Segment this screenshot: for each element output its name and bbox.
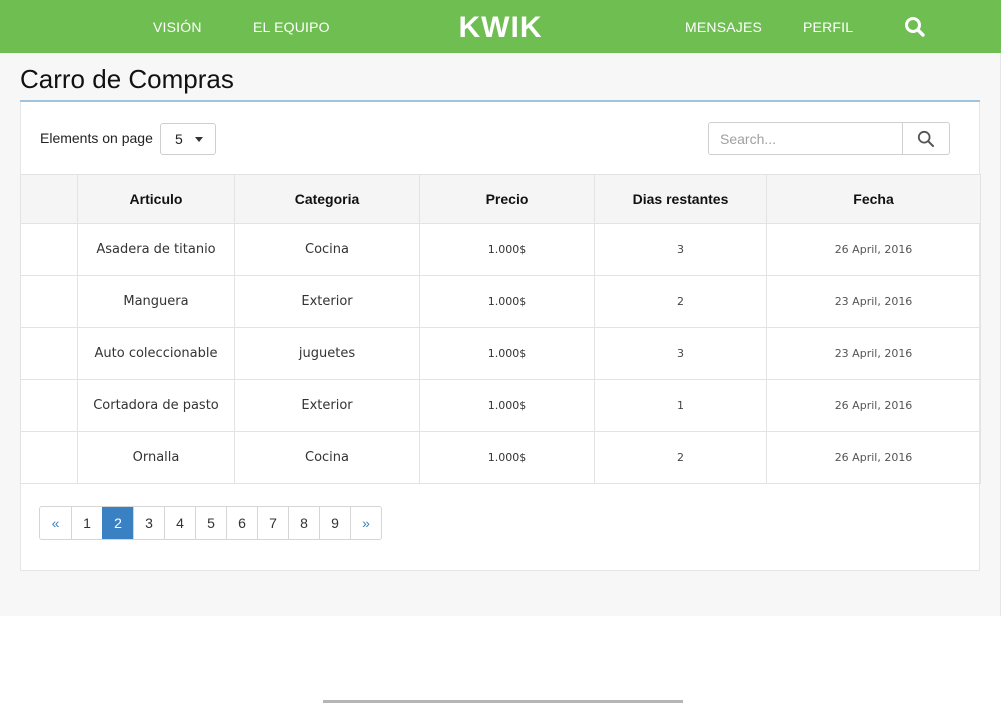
column-header-articulo[interactable]: Articulo (77, 174, 235, 224)
cell-articulo: Manguera (77, 275, 235, 328)
cell-dias-restantes: 2 (594, 431, 767, 484)
cell-dias-restantes: 2 (594, 275, 767, 328)
column-header-dias-restantes[interactable]: Dias restantes (594, 174, 767, 224)
cell-dias-restantes: 3 (594, 327, 767, 380)
cell-fecha: 23 April, 2016 (766, 327, 981, 380)
nav-link-mensajes[interactable]: MENSAJES (685, 0, 762, 53)
caret-down-icon (195, 137, 203, 142)
brand-logo[interactable]: KWIK (459, 11, 543, 44)
cell-categoria: Exterior (234, 379, 420, 432)
table-row[interactable]: Cortadora de pasto Exterior 1.000$ 1 26 … (20, 379, 981, 432)
row-select-cell[interactable] (20, 379, 78, 432)
column-header-categoria[interactable]: Categoria (234, 174, 420, 224)
pagination-page-7[interactable]: 7 (257, 507, 288, 539)
elements-on-page-select[interactable]: 5 (160, 123, 216, 155)
cell-precio: 1.000$ (419, 275, 595, 328)
elements-on-page-label: Elements on page (40, 130, 153, 146)
pagination: « 1 2 3 4 5 6 7 8 9 » (39, 506, 382, 540)
cell-fecha: 26 April, 2016 (766, 223, 981, 276)
nav-link-vision[interactable]: VISIÓN (153, 0, 202, 53)
cell-precio: 1.000$ (419, 379, 595, 432)
cell-dias-restantes: 1 (594, 379, 767, 432)
cell-categoria: Exterior (234, 275, 420, 328)
search-input[interactable] (709, 123, 902, 154)
cell-fecha: 26 April, 2016 (766, 379, 981, 432)
pagination-page-6[interactable]: 6 (226, 507, 257, 539)
cell-precio: 1.000$ (419, 431, 595, 484)
elements-on-page-value: 5 (175, 131, 183, 147)
table-row[interactable]: Ornalla Cocina 1.000$ 2 26 April, 2016 (20, 431, 981, 484)
cell-articulo: Auto coleccionable (77, 327, 235, 380)
cell-articulo: Cortadora de pasto (77, 379, 235, 432)
pagination-page-5[interactable]: 5 (195, 507, 226, 539)
cell-categoria: juguetes (234, 327, 420, 380)
pagination-page-1[interactable]: 1 (71, 507, 102, 539)
column-header-precio[interactable]: Precio (419, 174, 595, 224)
table-header-row: Articulo Categoria Precio Dias restantes… (20, 174, 981, 224)
pagination-page-9[interactable]: 9 (319, 507, 350, 539)
cell-articulo: Asadera de titanio (77, 223, 235, 276)
table-row[interactable]: Manguera Exterior 1.000$ 2 23 April, 201… (20, 275, 981, 328)
column-header-fecha[interactable]: Fecha (766, 174, 981, 224)
search-icon[interactable] (903, 15, 927, 39)
nav-link-perfil[interactable]: PERFIL (803, 0, 853, 53)
cell-fecha: 26 April, 2016 (766, 431, 981, 484)
row-select-cell[interactable] (20, 431, 78, 484)
table-row[interactable]: Auto coleccionable juguetes 1.000$ 3 23 … (20, 327, 981, 380)
nav-link-el-equipo[interactable]: EL EQUIPO (253, 0, 330, 53)
page-title: Carro de Compras (20, 64, 234, 94)
cart-table: Articulo Categoria Precio Dias restantes… (20, 174, 981, 484)
pagination-page-8[interactable]: 8 (288, 507, 319, 539)
search-button[interactable] (902, 123, 949, 154)
search-icon (917, 130, 934, 147)
table-row[interactable]: Asadera de titanio Cocina 1.000$ 3 26 Ap… (20, 223, 981, 276)
row-select-cell[interactable] (20, 327, 78, 380)
pagination-page-2[interactable]: 2 (102, 507, 133, 539)
pagination-page-3[interactable]: 3 (133, 507, 164, 539)
cell-categoria: Cocina (234, 223, 420, 276)
table-search (708, 122, 950, 155)
cell-articulo: Ornalla (77, 431, 235, 484)
row-select-cell[interactable] (20, 275, 78, 328)
pagination-prev[interactable]: « (40, 507, 71, 539)
row-select-cell[interactable] (20, 223, 78, 276)
cell-fecha: 23 April, 2016 (766, 275, 981, 328)
pagination-page-4[interactable]: 4 (164, 507, 195, 539)
cell-precio: 1.000$ (419, 223, 595, 276)
cell-categoria: Cocina (234, 431, 420, 484)
cell-dias-restantes: 3 (594, 223, 767, 276)
top-navbar: VISIÓN EL EQUIPO KWIK MENSAJES PERFIL (0, 0, 1001, 53)
column-header-select (20, 174, 78, 224)
cell-precio: 1.000$ (419, 327, 595, 380)
pagination-next[interactable]: » (350, 507, 381, 539)
